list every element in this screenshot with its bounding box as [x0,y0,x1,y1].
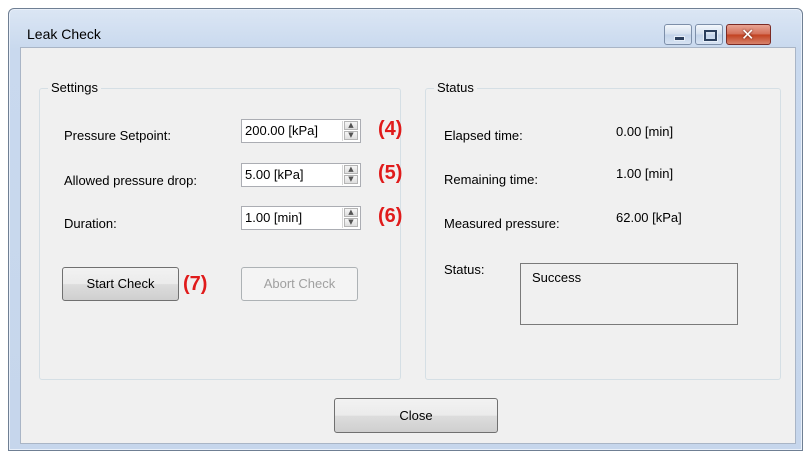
maximize-icon [704,30,717,41]
pressure-setpoint-value[interactable]: 200.00 [kPa] [245,123,318,138]
settings-group-title: Settings [48,80,101,95]
elapsed-time-value: 0.00 [min] [616,124,674,139]
pressure-setpoint-spinner[interactable]: 200.00 [kPa] ▲ ▼ [241,119,361,143]
callout-7: (7) [183,273,208,295]
spin-up-icon[interactable]: ▲ [344,121,358,130]
start-check-button[interactable]: Start Check [62,267,179,301]
settings-group: Settings Pressure Setpoint: 200.00 [kPa]… [39,80,403,380]
spin-up-icon[interactable]: ▲ [344,165,358,174]
leak-check-window: Leak Check ✕ Settings Pressure Setpoint:… [8,8,803,451]
title-bar[interactable]: Leak Check ✕ [9,9,802,47]
close-window-button[interactable]: ✕ [726,24,771,45]
measured-pressure-value: 62.00 [kPa] [616,210,682,225]
spin-up-icon[interactable]: ▲ [344,208,358,217]
elapsed-time-label: Elapsed time: [444,128,523,143]
allowed-pressure-drop-label: Allowed pressure drop: [64,173,197,188]
close-icon: ✕ [741,25,755,44]
pressure-setpoint-arrows: ▲ ▼ [342,121,359,141]
callout-4: (4) [378,118,403,140]
remaining-time-label: Remaining time: [444,172,538,187]
status-label: Status: [444,262,485,277]
callout-5: (5) [378,162,403,184]
status-group: Status Elapsed time: 0.00 [min] Remainin… [425,80,781,380]
spin-down-icon[interactable]: ▼ [344,131,358,140]
duration-arrows: ▲ ▼ [342,208,359,228]
status-group-title: Status [434,80,477,95]
abort-check-button[interactable]: Abort Check [241,267,358,301]
status-value: Success [532,270,582,285]
allowed-pressure-drop-value[interactable]: 5.00 [kPa] [245,167,304,182]
maximize-button[interactable] [695,24,723,45]
dialog-client-area: Settings Pressure Setpoint: 200.00 [kPa]… [20,47,796,444]
remaining-time-value: 1.00 [min] [616,166,674,181]
allowed-pressure-drop-spinner[interactable]: 5.00 [kPa] ▲ ▼ [241,163,361,187]
allowed-pressure-drop-arrows: ▲ ▼ [342,165,359,185]
close-button[interactable]: Close [334,398,498,433]
minimize-icon [674,36,685,41]
spin-down-icon[interactable]: ▼ [344,175,358,184]
spin-down-icon[interactable]: ▼ [344,218,358,227]
duration-value[interactable]: 1.00 [min] [245,210,302,225]
window-title: Leak Check [27,26,101,42]
duration-spinner[interactable]: 1.00 [min] ▲ ▼ [241,206,361,230]
status-display-box: Success [520,263,738,325]
minimize-button[interactable] [664,24,692,45]
duration-label: Duration: [64,216,117,231]
callout-6: (6) [378,205,403,227]
pressure-setpoint-label: Pressure Setpoint: [64,128,171,143]
measured-pressure-label: Measured pressure: [444,216,560,231]
